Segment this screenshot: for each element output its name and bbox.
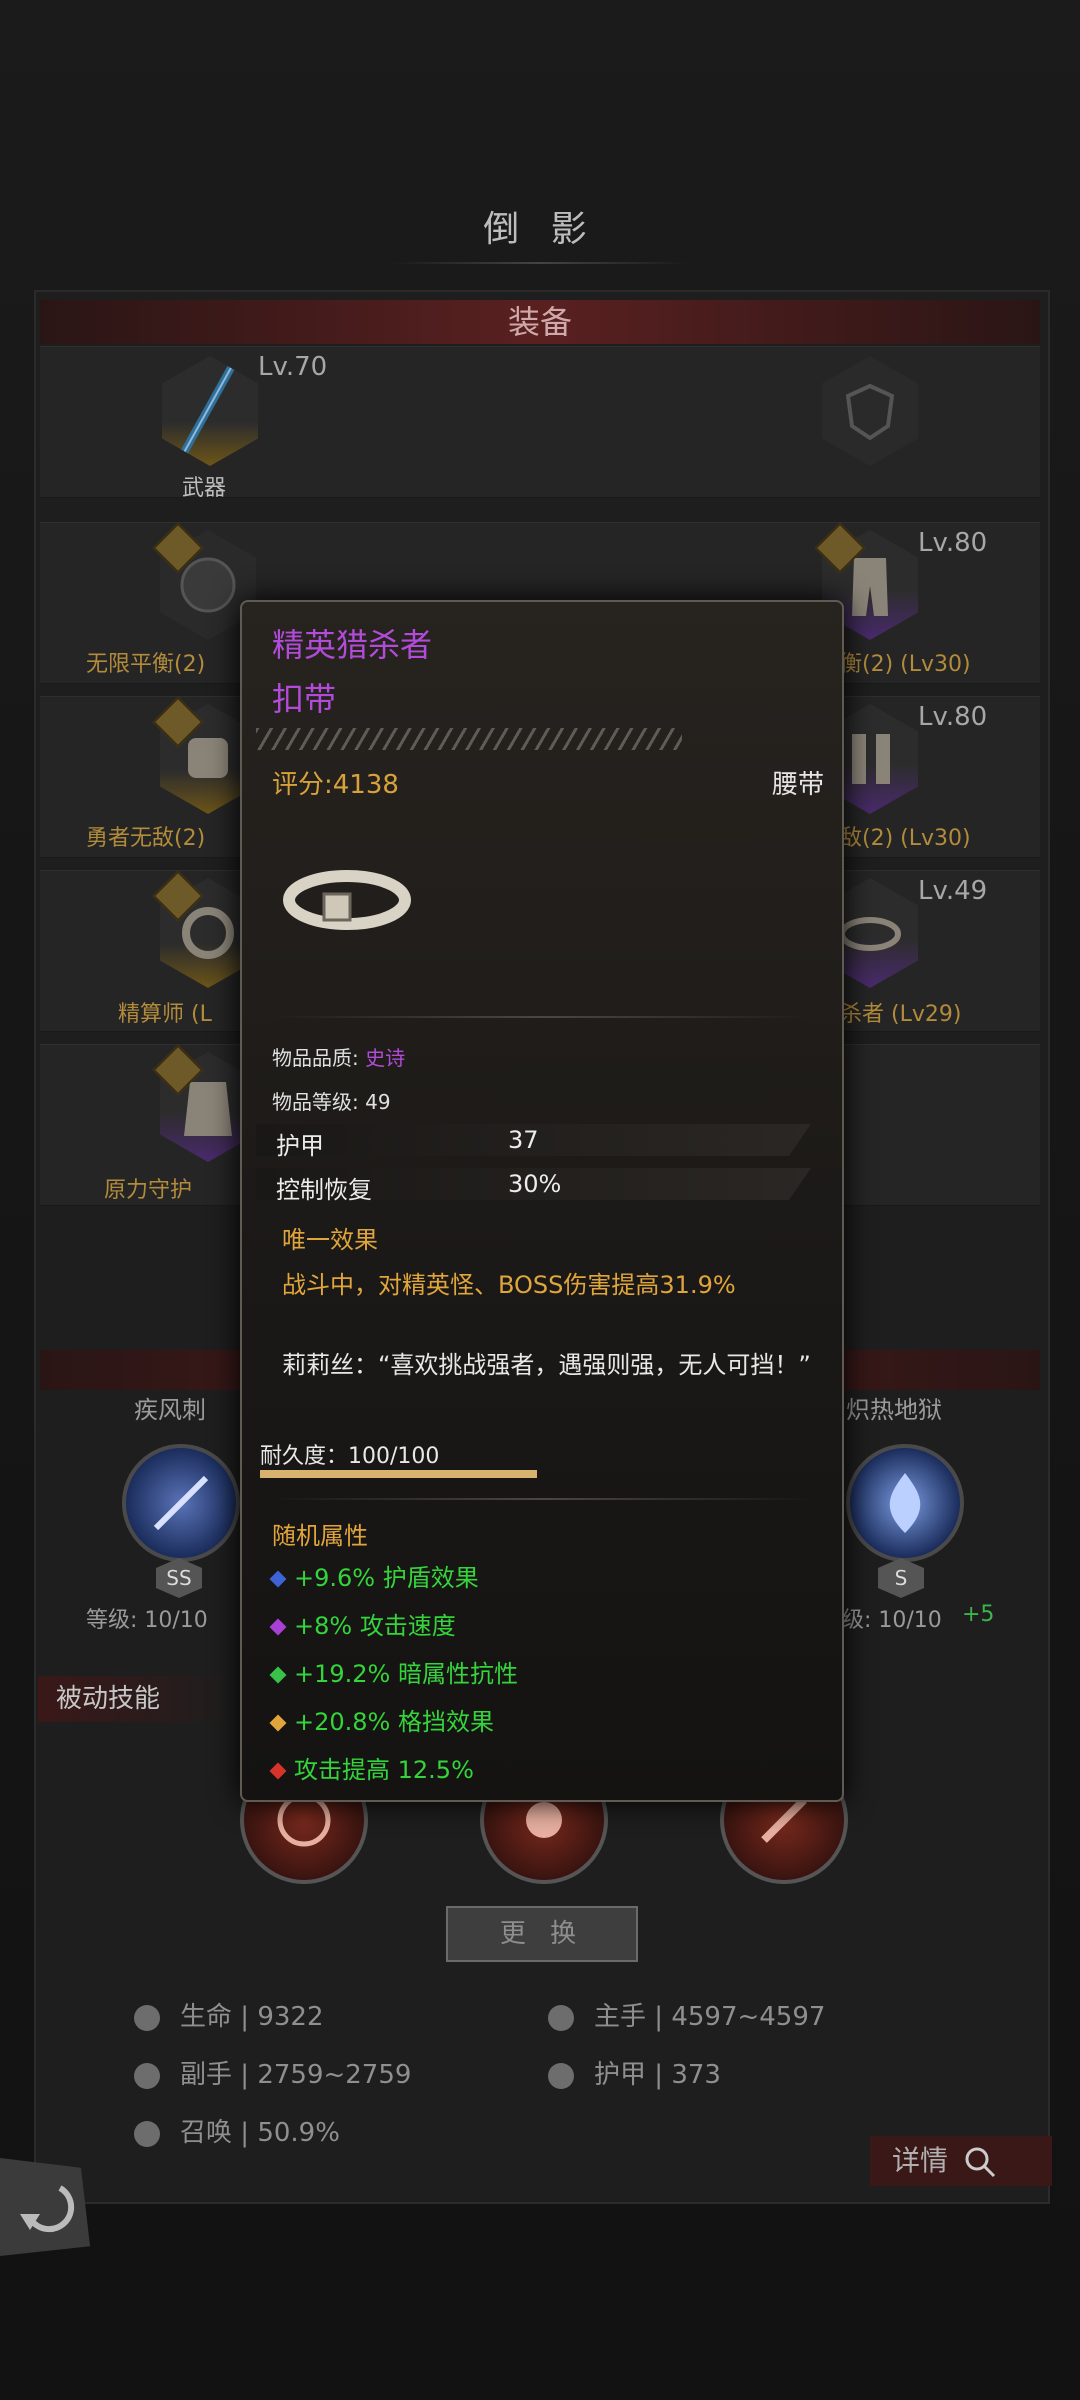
magnifier-icon xyxy=(965,2147,995,2178)
divider xyxy=(272,1016,812,1018)
item-score: 评分:4138 xyxy=(272,770,399,800)
durability-label: 耐久度：100/100 xyxy=(260,1444,440,1469)
back-button[interactable] xyxy=(0,2158,90,2256)
item-name: 精英猎杀者 xyxy=(272,626,433,664)
random-stat: 攻击提高 12.5% xyxy=(269,1750,474,1785)
armor-stat-icon xyxy=(548,2062,574,2089)
base-stat-name: 护甲 xyxy=(276,1132,324,1160)
detail-button[interactable]: 详情 xyxy=(870,2136,1052,2186)
base-stat-name: 控制恢复 xyxy=(276,1176,372,1204)
random-stat: +20.8% 格挡效果 xyxy=(269,1702,494,1737)
helmet-set-label: 无限平衡(2) xyxy=(86,652,206,677)
pants-level: Lv.80 xyxy=(918,528,988,558)
active-skill-left-name: 疾风刺 xyxy=(134,1396,206,1424)
sword-stat-icon xyxy=(548,2004,574,2031)
equipment-header: 装备 xyxy=(40,300,1040,344)
active-skill-left[interactable] xyxy=(122,1444,240,1562)
stat-off-hand: 副手 | 2759~2759 xyxy=(134,2054,411,2091)
active-skill-right[interactable] xyxy=(846,1444,964,1562)
random-stat: +8% 攻击速度 xyxy=(269,1606,456,1641)
active-skill-left-level: 等级: 10/10 xyxy=(86,1608,208,1633)
offhand-stat-icon xyxy=(134,2062,160,2089)
belt-item-icon xyxy=(283,870,411,930)
gloves-set-label: 精算师 (L xyxy=(118,1002,212,1027)
gem-icon xyxy=(269,1762,287,1780)
base-stat-value: 37 xyxy=(508,1126,539,1154)
cape-set-label: 原力守护 xyxy=(104,1178,193,1203)
boots-set-label: 敌(2) (Lv30) xyxy=(840,826,971,851)
random-stat: +9.6% 护盾效果 xyxy=(269,1558,479,1593)
gem-icon xyxy=(269,1570,287,1588)
gem-icon xyxy=(269,1714,287,1732)
item-tooltip: 精英猎杀者 扣带 评分:4138 腰带 物品品质: 史诗 物品等级: 49 护甲… xyxy=(240,600,844,1802)
heart-icon xyxy=(134,2004,160,2031)
skill-level-bonus: +5 xyxy=(962,1602,995,1627)
page-title: 倒 影 xyxy=(483,209,597,250)
item-type: 扣带 xyxy=(272,680,337,718)
flavor-quote: 莉莉丝：“喜欢挑战强者，遇强则强，无人可挡！” xyxy=(282,1351,811,1379)
item-slot: 腰带 xyxy=(771,770,824,800)
flame-icon xyxy=(889,1473,921,1533)
random-stats-title: 随机属性 xyxy=(272,1522,368,1550)
chest-set-label: 勇者无敌(2) xyxy=(86,826,206,851)
stat-health: 生命 | 9322 xyxy=(134,1996,323,2033)
gem-icon xyxy=(269,1618,287,1636)
belt-set-label: 杀者 (Lv29) xyxy=(840,1002,962,1027)
belt-level: Lv.49 xyxy=(918,876,988,906)
stat-armor: 护甲 | 373 xyxy=(548,2054,721,2091)
back-arrow-icon xyxy=(20,2185,75,2233)
decorative-stripe xyxy=(256,728,682,750)
unique-effect-title: 唯一效果 xyxy=(282,1226,378,1254)
unique-effect-text: 战斗中，对精英怪、BOSS伤害提高31.9% xyxy=(282,1271,736,1299)
item-quality: 物品品质: 史诗 xyxy=(272,1046,406,1070)
weapon-level: Lv.70 xyxy=(258,352,328,382)
gem-icon xyxy=(269,1666,287,1684)
active-skill-right-name: 炽热地狱 xyxy=(846,1396,942,1424)
summon-stat-icon xyxy=(134,2120,160,2147)
wind-thrust-icon xyxy=(153,1475,209,1531)
item-level: 物品等级: 49 xyxy=(272,1090,391,1114)
stat-main-hand: 主手 | 4597~4597 xyxy=(548,1996,825,2033)
active-skill-right-level: 级: 10/10 xyxy=(842,1608,942,1633)
title-divider xyxy=(390,262,690,264)
divider xyxy=(272,1498,812,1500)
random-stat: +19.2% 暗属性抗性 xyxy=(269,1654,518,1689)
pants-set-label: 衡(2) (Lv30) xyxy=(840,652,971,677)
weapon-label: 武器 xyxy=(182,476,227,501)
durability-bar xyxy=(260,1470,537,1478)
passive-skills-header: 被动技能 xyxy=(38,1676,236,1722)
change-button[interactable]: 更 换 xyxy=(446,1906,638,1962)
boots-level: Lv.80 xyxy=(918,702,988,732)
base-stat-value: 30% xyxy=(508,1170,562,1198)
stat-summon: 召唤 | 50.9% xyxy=(134,2112,340,2149)
